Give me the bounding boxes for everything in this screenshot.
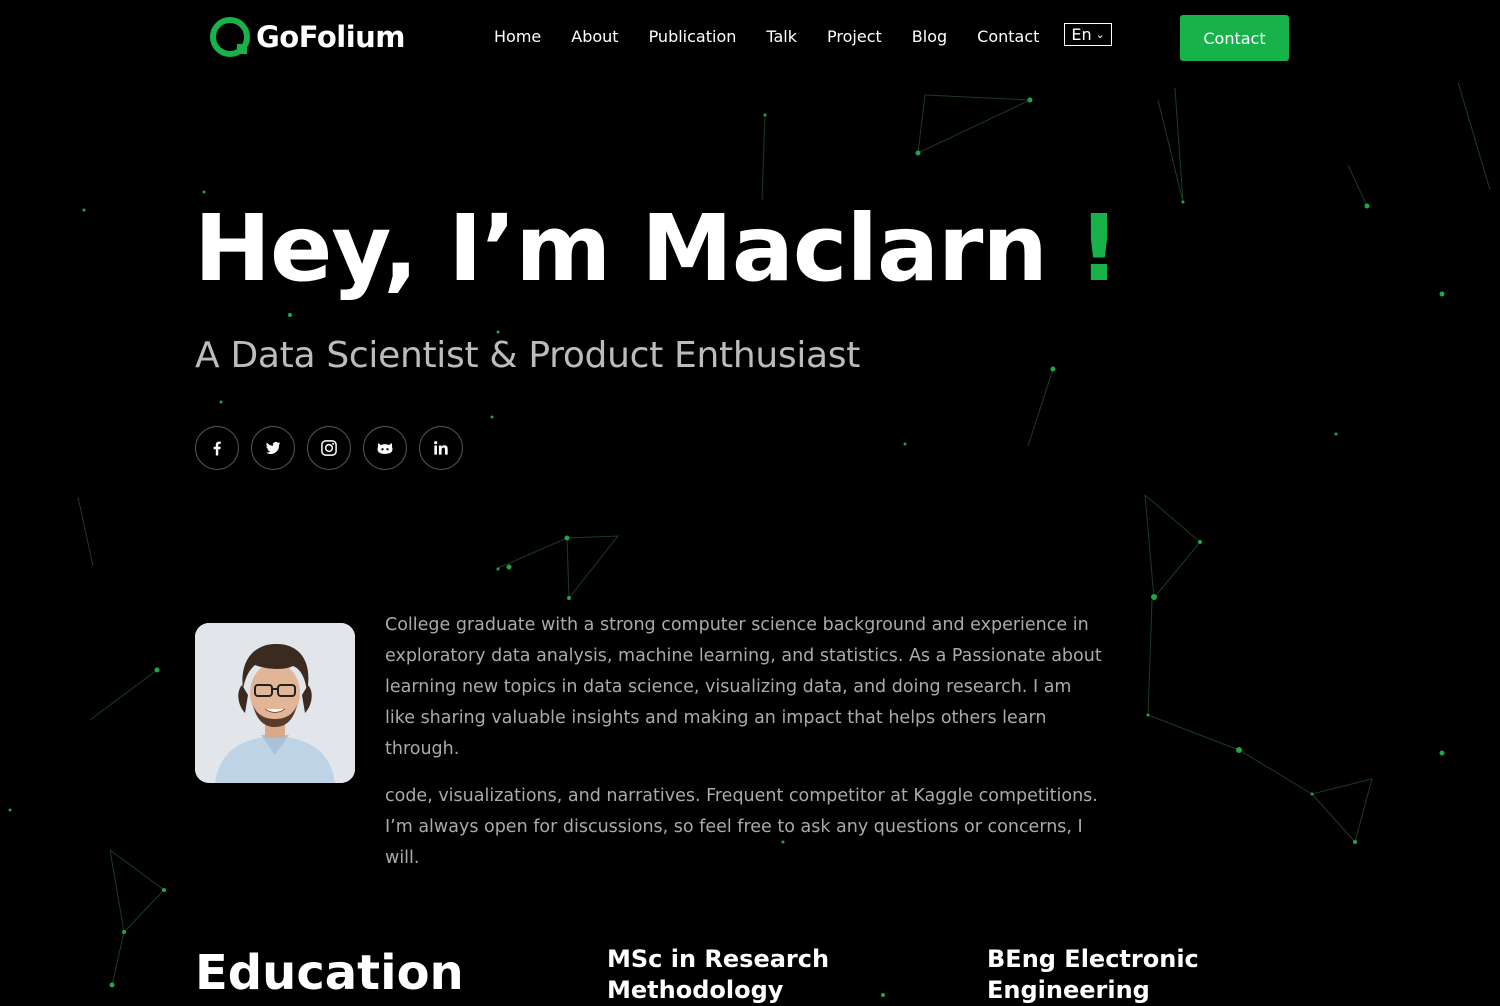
main-nav: Home About Publication Talk Project Blog… (494, 23, 1112, 46)
instagram-icon (321, 440, 337, 456)
chevron-down-icon: ⌄ (1095, 28, 1105, 41)
logo-icon (210, 17, 250, 57)
nav-item-project[interactable]: Project (827, 27, 882, 46)
education-degree: MSc in Research Methodology (607, 945, 830, 1004)
facebook-icon (213, 441, 221, 456)
social-facebook[interactable] (195, 426, 239, 470)
twitter-icon (265, 441, 281, 454)
about-text: College graduate with a strong computer … (385, 610, 1105, 890)
nav-item-talk[interactable]: Talk (766, 27, 797, 46)
brand-name: GoFolium (256, 20, 406, 54)
social-twitter[interactable] (251, 426, 295, 470)
social-linkedin[interactable] (419, 426, 463, 470)
language-select[interactable]: En ⌄ (1064, 23, 1112, 46)
social-instagram[interactable] (307, 426, 351, 470)
profile-photo (195, 623, 355, 783)
social-links (195, 426, 463, 470)
hero-title-text: Hey, I’m Maclarn (194, 195, 1048, 302)
nav-item-publication[interactable]: Publication (649, 27, 737, 46)
nav-item-blog[interactable]: Blog (912, 27, 947, 46)
education-title: Education (195, 945, 464, 1001)
nav-item-about[interactable]: About (571, 27, 618, 46)
about-paragraph: code, visualizations, and narratives. Fr… (385, 786, 1098, 868)
about-paragraph: College graduate with a strong computer … (385, 615, 1102, 759)
social-github[interactable] (363, 426, 407, 470)
linkedin-icon (434, 441, 448, 455)
hero-exclamation: ! (1077, 195, 1120, 302)
hero-title: Hey, I’m Maclarn ! (194, 195, 1120, 302)
hero-subtitle: A Data Scientist & Product Enthusiast (195, 335, 861, 376)
github-icon (377, 443, 393, 454)
language-value: En (1071, 25, 1092, 44)
nav-item-home[interactable]: Home (494, 27, 541, 46)
nav-item-contact[interactable]: Contact (977, 27, 1039, 46)
profile-avatar-illustration (195, 623, 355, 783)
education-degree: BEng Electronic Engineering (987, 945, 1199, 1004)
brand-logo[interactable]: GoFolium (210, 17, 406, 57)
contact-button[interactable]: Contact (1180, 15, 1289, 61)
